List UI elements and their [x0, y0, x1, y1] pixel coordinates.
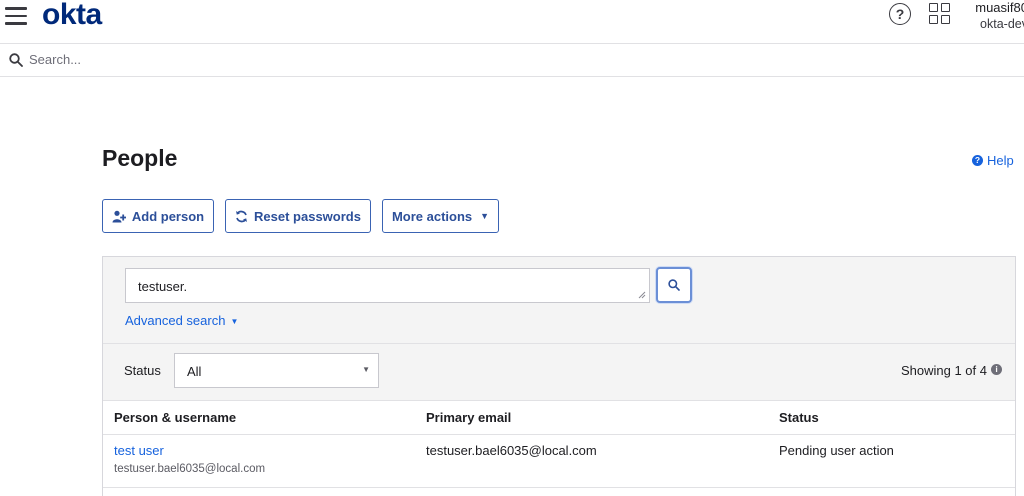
people-search-field[interactable]: testuser. — [125, 268, 650, 303]
more-actions-label: More actions — [391, 208, 473, 224]
people-search-button[interactable] — [656, 267, 692, 303]
person-name-link[interactable]: test user — [114, 443, 164, 458]
user-name: muasif80 — [975, 0, 1024, 15]
user-menu[interactable]: muasif80 okta-dev — [964, 0, 1024, 32]
help-link-label: Help — [987, 153, 1014, 168]
search-area: testuser. Advanced search ▼ — [103, 257, 1015, 344]
info-icon[interactable]: i — [991, 364, 1002, 375]
status-filter-value: All — [187, 364, 202, 379]
apps-grid-icon[interactable] — [929, 3, 951, 25]
caret-down-icon: ▼ — [480, 211, 490, 221]
column-header-email[interactable]: Primary email — [426, 410, 511, 425]
people-search-value: testuser. — [138, 279, 188, 294]
page-title: People — [102, 145, 178, 171]
global-search-bar[interactable]: Search... — [0, 44, 1024, 77]
advanced-search-label: Advanced search — [125, 313, 226, 328]
table-row[interactable]: test user testuser.bael6035@local.com te… — [103, 435, 1015, 488]
top-bar: okta ? muasif80 okta-dev — [0, 0, 1024, 44]
column-header-person[interactable]: Person & username — [114, 410, 236, 425]
help-link[interactable]: ? Help — [972, 153, 1014, 168]
help-circle-icon: ? — [972, 155, 983, 166]
search-icon — [668, 279, 680, 291]
add-person-label: Add person — [131, 208, 205, 224]
add-person-button[interactable]: Add person — [102, 199, 214, 233]
hamburger-menu-icon[interactable] — [5, 7, 27, 25]
org-name: okta-dev — [980, 17, 1024, 31]
resize-handle-icon[interactable] — [638, 291, 646, 299]
help-icon[interactable]: ? — [889, 3, 911, 25]
add-person-icon — [112, 210, 126, 222]
reset-passwords-label: Reset passwords — [254, 208, 361, 224]
table-header: Person & username Primary email Status — [103, 401, 1015, 435]
okta-logo[interactable]: okta — [42, 0, 102, 32]
status-filter-label: Status — [124, 363, 161, 378]
filter-row: Status All ▼ Showing 1 of 4 i — [103, 344, 1015, 401]
advanced-search-toggle[interactable]: Advanced search ▼ — [125, 313, 238, 328]
search-icon — [9, 53, 23, 67]
more-actions-button[interactable]: More actions ▼ — [382, 199, 499, 233]
caret-down-icon: ▼ — [362, 365, 370, 374]
result-count: Showing 1 of 4 — [900, 363, 987, 378]
caret-down-icon: ▼ — [230, 317, 239, 327]
global-search-input[interactable]: Search... — [29, 52, 81, 67]
person-username: testuser.bael6035@local.com — [114, 463, 266, 475]
people-panel: testuser. Advanced search ▼ Status All ▼ … — [102, 256, 1016, 496]
status-filter-select[interactable]: All ▼ — [174, 353, 379, 388]
refresh-icon — [236, 210, 248, 222]
person-status: Pending user action — [779, 443, 894, 458]
reset-passwords-button[interactable]: Reset passwords — [225, 199, 371, 233]
column-header-status[interactable]: Status — [779, 410, 819, 425]
person-email: testuser.bael6035@local.com — [426, 443, 597, 458]
